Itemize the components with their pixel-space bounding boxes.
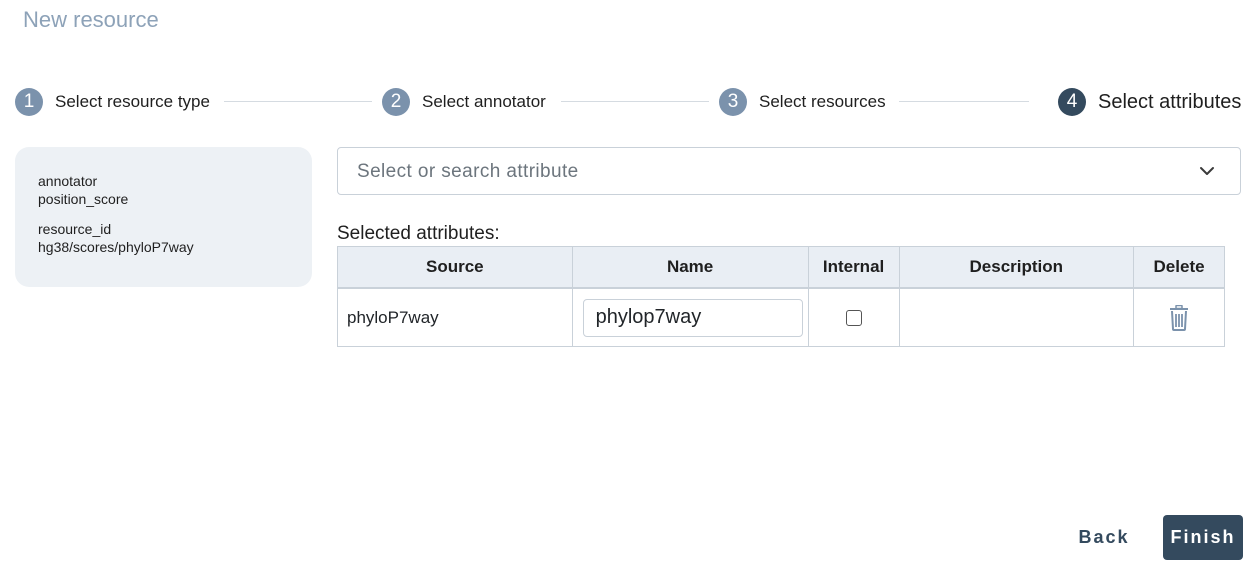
step-label: Select annotator	[422, 92, 546, 111]
attribute-search-placeholder: Select or search attribute	[357, 161, 579, 182]
step-1: 1 Select resource type	[15, 88, 210, 116]
annotator-key: annotator	[38, 173, 98, 189]
finish-button[interactable]: Finish	[1163, 515, 1243, 560]
step-4: 4 Select attributes	[1058, 88, 1241, 116]
delete-cell	[1133, 287, 1225, 347]
step-connector	[224, 101, 372, 102]
attribute-name-input[interactable]	[582, 298, 803, 337]
step-label: Select resource type	[55, 92, 210, 111]
step-number: 1	[15, 88, 43, 116]
source-cell: phyloP7way	[337, 287, 573, 347]
description-cell	[898, 287, 1135, 347]
back-button[interactable]: Back	[1068, 515, 1140, 559]
step-label: Select attributes	[1098, 90, 1242, 113]
selected-attributes-label: Selected attributes:	[337, 223, 500, 244]
internal-cell	[807, 287, 900, 347]
step-connector	[899, 101, 1029, 102]
column-header-internal: Internal	[807, 246, 900, 289]
attribute-search-select[interactable]: Select or search attribute	[337, 147, 1241, 195]
step-label: Select resources	[759, 92, 886, 111]
resource-id-key: resource_id	[38, 221, 112, 237]
column-header-name: Name	[571, 246, 809, 289]
page-title: New resource	[23, 7, 159, 32]
column-header-source: Source	[337, 246, 573, 289]
step-number: 2	[382, 88, 410, 116]
chevron-down-icon[interactable]	[1198, 164, 1216, 178]
name-cell	[571, 287, 809, 347]
table-header-row: Source Name Internal Description Delete	[337, 246, 1225, 289]
table-row: phyloP7way	[337, 287, 1225, 347]
step-number: 3	[719, 88, 747, 116]
step-connector	[561, 101, 709, 102]
new-resource-page: New resource 1 Select resource type 2 Se…	[0, 0, 1259, 574]
step-2: 2 Select annotator	[382, 88, 546, 116]
internal-checkbox[interactable]	[845, 309, 862, 326]
resource-id-value: hg38/scores/phyloP7way	[38, 239, 194, 255]
trash-icon[interactable]	[1168, 304, 1190, 331]
step-number: 4	[1058, 88, 1086, 116]
step-3: 3 Select resources	[719, 88, 886, 116]
selected-attributes-table: Source Name Internal Description Delete …	[337, 246, 1225, 347]
column-header-description: Description	[898, 246, 1135, 289]
column-header-delete: Delete	[1133, 246, 1225, 289]
resource-summary-card: annotator position_score resource_id hg3…	[15, 147, 312, 287]
annotator-value: position_score	[38, 191, 129, 207]
